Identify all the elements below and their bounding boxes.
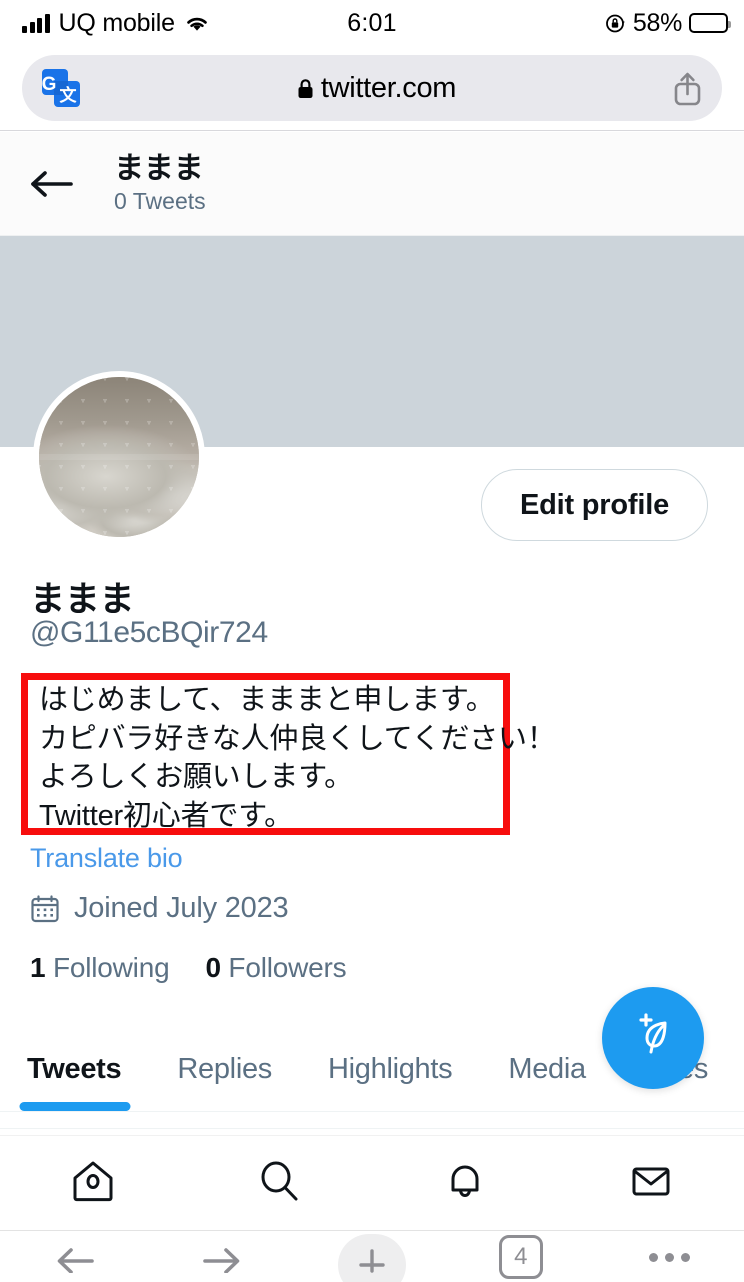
profile-handle: @G11e5cBQir724 bbox=[30, 616, 268, 649]
phone-screen: UQ mobile 6:01 58% G 文 twitter.com ままま 0… bbox=[0, 0, 744, 1282]
following-label: Following bbox=[52, 952, 170, 983]
lock-icon bbox=[297, 78, 314, 99]
wifi-icon bbox=[184, 13, 210, 33]
tabs-bottom-divider bbox=[0, 1128, 744, 1129]
page-title: ままま bbox=[114, 151, 204, 185]
home-icon bbox=[70, 1158, 116, 1209]
bio-highlight-box: はじめまして、まままと申します。 カピバラ好きな人仲良くしてください！ よろしく… bbox=[21, 673, 556, 835]
tab-highlights[interactable]: Highlights bbox=[300, 1028, 480, 1111]
browser-address-bar[interactable]: G 文 twitter.com bbox=[22, 55, 722, 121]
compose-tweet-feather-icon bbox=[627, 1010, 679, 1067]
signal-bars-icon bbox=[22, 13, 50, 33]
browser-back-button[interactable] bbox=[0, 1232, 149, 1282]
battery-icon bbox=[689, 13, 731, 33]
carrier-label: UQ mobile bbox=[58, 8, 175, 37]
following-count: 1 bbox=[30, 952, 46, 983]
following-count-item[interactable]: 1 Following bbox=[30, 952, 170, 984]
profile-counts: 1 Following 0 Followers bbox=[30, 952, 347, 984]
svg-text:文: 文 bbox=[60, 85, 78, 105]
tab-tweets[interactable]: Tweets bbox=[0, 1028, 149, 1111]
nav-item-notifications[interactable] bbox=[372, 1158, 558, 1209]
forward-arrow-icon bbox=[201, 1237, 245, 1278]
back-arrow-icon[interactable] bbox=[28, 168, 74, 200]
tabs-icon: 4 bbox=[498, 1235, 543, 1279]
status-bar-right: 58% bbox=[605, 8, 731, 38]
compose-tweet-button[interactable] bbox=[602, 987, 704, 1089]
browser-more-button[interactable] bbox=[595, 1232, 744, 1282]
browser-tabs-button[interactable]: 4 bbox=[446, 1232, 595, 1282]
back-arrow-icon bbox=[52, 1237, 96, 1278]
address-bar-url: twitter.com bbox=[320, 71, 457, 104]
google-translate-icon[interactable]: G 文 bbox=[40, 67, 82, 109]
followers-count-item[interactable]: 0 Followers bbox=[205, 952, 346, 984]
app-bottom-nav bbox=[0, 1135, 744, 1231]
status-bar-left: UQ mobile bbox=[22, 9, 210, 38]
nav-item-messages[interactable] bbox=[558, 1158, 744, 1209]
browser-new-tab-button[interactable] bbox=[298, 1232, 447, 1282]
top-bar-titles: ままま 0 Tweets bbox=[114, 152, 206, 215]
tweet-count-label: 0 Tweets bbox=[114, 188, 206, 215]
followers-label: Followers bbox=[228, 952, 347, 983]
profile-bio: はじめまして、まままと申します。 カピバラ好きな人仲良くしてください！ よろしく… bbox=[39, 684, 556, 832]
nav-item-home[interactable] bbox=[0, 1158, 186, 1209]
browser-forward-button[interactable] bbox=[149, 1232, 298, 1282]
battery-percent-label: 58% bbox=[632, 8, 682, 37]
address-bar-url-group[interactable]: twitter.com bbox=[82, 72, 671, 105]
joined-date-label: Joined July 2023 bbox=[74, 892, 289, 924]
more-dots-icon bbox=[649, 1252, 691, 1262]
tab-count-label: 4 bbox=[514, 1243, 528, 1270]
calendar-icon bbox=[30, 894, 60, 924]
twitter-top-bar: ままま 0 Tweets bbox=[0, 132, 744, 236]
svg-text:G: G bbox=[42, 74, 57, 95]
tab-media[interactable]: Media bbox=[480, 1028, 614, 1111]
browser-bottom-toolbar: 4 bbox=[0, 1232, 744, 1282]
joined-date-row: Joined July 2023 bbox=[30, 892, 289, 925]
browser-address-bar-container: G 文 twitter.com bbox=[0, 46, 744, 131]
plus-icon bbox=[350, 1237, 394, 1278]
avatar[interactable] bbox=[33, 371, 205, 543]
status-bar: UQ mobile 6:01 58% bbox=[0, 0, 744, 46]
nav-item-search[interactable] bbox=[186, 1158, 372, 1209]
tab-replies[interactable]: Replies bbox=[149, 1028, 300, 1111]
notifications-bell-icon bbox=[442, 1158, 488, 1209]
profile-display-name: ままま bbox=[30, 580, 135, 619]
avatar-photo bbox=[39, 377, 199, 537]
rotation-lock-icon bbox=[605, 13, 626, 34]
followers-count: 0 bbox=[205, 952, 221, 983]
edit-profile-button[interactable]: Edit profile bbox=[480, 469, 708, 541]
share-icon[interactable] bbox=[671, 70, 704, 107]
translate-bio-link[interactable]: Translate bio bbox=[30, 843, 183, 874]
search-icon bbox=[256, 1158, 302, 1209]
messages-envelope-icon bbox=[628, 1158, 674, 1209]
